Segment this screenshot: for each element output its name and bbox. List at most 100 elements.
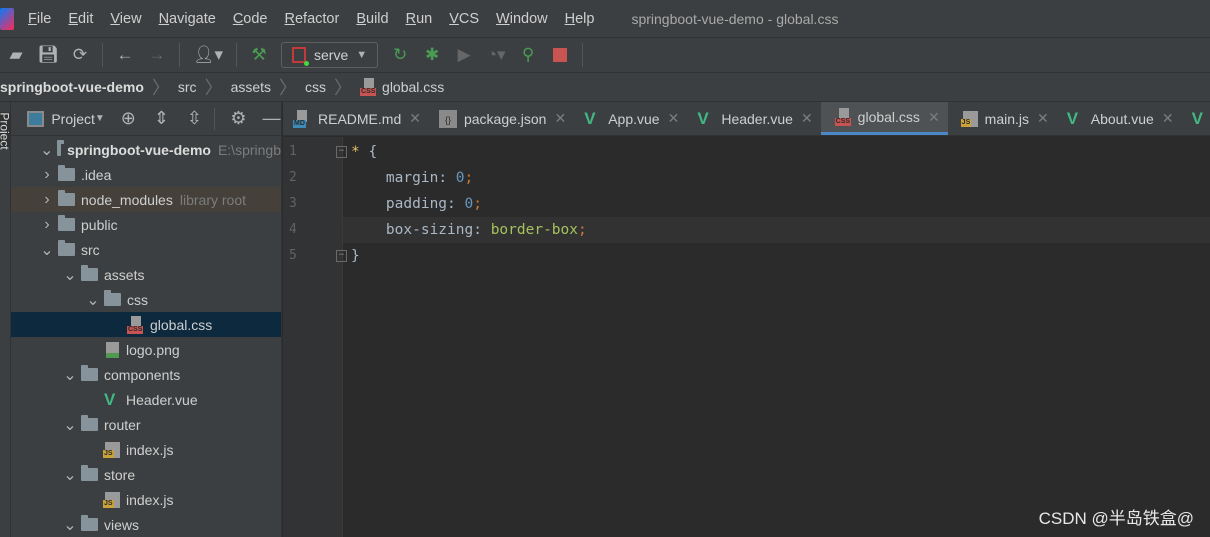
close-icon[interactable]: ✕ — [554, 110, 566, 127]
folder-icon — [58, 240, 75, 256]
tab-global-css[interactable]: CSS global.css ✕ — [820, 102, 948, 135]
tree-item-label: css — [127, 291, 148, 308]
line-number: 4 — [289, 222, 297, 237]
chevron-down-icon[interactable]: ⌄ — [40, 240, 54, 260]
tree-item[interactable]: ⌄ src — [11, 237, 281, 262]
chevron-down-icon[interactable]: ⌄ — [63, 265, 77, 285]
menu-view[interactable]: View — [110, 11, 141, 27]
line-number: 3 — [289, 196, 297, 211]
chevron-down-icon[interactable]: ⌄ — [63, 365, 77, 385]
menu-help[interactable]: Help — [565, 11, 595, 27]
project-view-select[interactable]: Project — [51, 111, 95, 127]
attach-debugger-icon[interactable]: ⚲ — [517, 44, 539, 66]
rerun-icon[interactable]: ↻ — [389, 44, 411, 66]
breadcrumb-project[interactable]: springboot-vue-demo — [0, 79, 144, 95]
menu-refactor[interactable]: Refactor — [285, 11, 340, 27]
tree-item[interactable]: ⌄ router — [11, 412, 281, 437]
sync-icon[interactable]: ⟳ — [69, 44, 91, 66]
expand-all-icon[interactable]: ⇕ — [152, 108, 171, 129]
tree-item[interactable]: ⌄ assets — [11, 262, 281, 287]
menu-edit[interactable]: Edit — [68, 11, 93, 27]
hide-icon[interactable]: — — [262, 108, 281, 129]
chevron-right-icon[interactable]: › — [40, 166, 54, 184]
folder-icon — [81, 465, 98, 481]
build-hammer-icon[interactable]: ⚒ — [248, 44, 270, 66]
tab-header-vue[interactable]: V Header.vue ✕ — [687, 102, 820, 135]
fold-icon[interactable]: − — [336, 250, 347, 262]
menu-window[interactable]: Window — [496, 11, 548, 27]
chevron-down-icon[interactable]: ⌄ — [63, 515, 77, 535]
back-icon[interactable]: ← — [114, 44, 136, 66]
folder-icon — [81, 365, 98, 381]
code-area[interactable]: − * { margin: 0; padding: 0; box-sizing: … — [336, 137, 1210, 537]
menu-file[interactable]: File — [28, 11, 51, 27]
breadcrumb-file[interactable]: global.css — [382, 79, 444, 95]
collapse-all-icon[interactable]: ⇳ — [185, 108, 204, 129]
tree-item[interactable]: › .idea — [11, 162, 281, 187]
tab-h[interactable]: VH — [1182, 102, 1210, 135]
tab-app-vue[interactable]: V App.vue ✕ — [574, 102, 687, 135]
css-file-icon: CSS — [360, 78, 378, 96]
tab-package-json[interactable]: {} package.json ✕ — [429, 102, 574, 135]
chevron-down-icon[interactable]: ⌄ — [86, 290, 100, 310]
project-stripe-tab[interactable]: Project — [0, 112, 12, 150]
coverage-icon[interactable]: ▶ — [453, 44, 475, 66]
tree-item[interactable]: › public — [11, 212, 281, 237]
close-icon[interactable]: ✕ — [801, 110, 813, 127]
gear-icon[interactable]: ⚙ — [229, 108, 248, 129]
user-icon[interactable]: 👤︎▾ — [191, 44, 225, 66]
chevron-down-icon[interactable]: ⌄ — [40, 140, 53, 160]
project-icon — [27, 110, 45, 127]
separator — [179, 43, 180, 67]
tab-label: README.md — [318, 110, 402, 127]
tree-item[interactable]: JS index.js — [11, 487, 281, 512]
tree-item[interactable]: logo.png — [11, 337, 281, 362]
close-icon[interactable]: ✕ — [1162, 110, 1174, 127]
tab-about-vue[interactable]: V About.vue ✕ — [1057, 102, 1182, 135]
tree-item[interactable]: V Header.vue — [11, 387, 281, 412]
menu-code[interactable]: Code — [233, 11, 268, 27]
breadcrumb-src[interactable]: src — [178, 79, 197, 95]
debug-icon[interactable]: ✱ — [421, 44, 443, 66]
menu-build[interactable]: Build — [356, 11, 388, 27]
tree-item[interactable]: ⌄ components — [11, 362, 281, 387]
tab-readme-md[interactable]: MD README.md ✕ — [283, 102, 429, 135]
locate-icon[interactable]: ⊕ — [119, 108, 138, 129]
close-icon[interactable]: ✕ — [1037, 110, 1049, 127]
tree-item[interactable]: ⌄ store — [11, 462, 281, 487]
menu-navigate[interactable]: Navigate — [159, 11, 216, 27]
close-icon[interactable]: ✕ — [928, 109, 940, 126]
tree-item-label: views — [104, 516, 140, 533]
folder-icon — [58, 190, 75, 206]
chevron-right-icon[interactable]: › — [40, 191, 54, 209]
tree-item[interactable]: ⌄ css — [11, 287, 281, 312]
stop-icon[interactable] — [549, 44, 571, 66]
tree-item[interactable]: CSS global.css — [11, 312, 281, 337]
menu-run[interactable]: Run — [406, 11, 433, 27]
close-icon[interactable]: ✕ — [668, 110, 680, 127]
css-file-icon: CSS — [834, 108, 853, 126]
fold-icon[interactable]: − — [336, 146, 347, 158]
forward-icon[interactable]: → — [146, 44, 168, 66]
chevron-right-icon[interactable]: › — [40, 216, 54, 234]
tree-item[interactable]: JS index.js — [11, 437, 281, 462]
tab-label: global.css — [857, 109, 920, 125]
open-folder-icon[interactable]: ▰ — [5, 44, 27, 66]
tree-item[interactable]: ⌄ views — [11, 512, 281, 537]
chevron-down-icon[interactable]: ⌄ — [63, 465, 77, 485]
profile-icon[interactable]: ◔▾ — [485, 44, 507, 66]
breadcrumb-assets[interactable]: assets — [231, 79, 271, 95]
chevron-down-icon[interactable]: ▼ — [95, 113, 105, 124]
tree-item[interactable]: ⌄ springboot-vue-demo E:\springb — [11, 137, 281, 162]
run-config-select[interactable]: serve ▼ — [281, 42, 379, 68]
save-icon[interactable]: 💾︎ — [37, 44, 59, 66]
chevron-down-icon[interactable]: ⌄ — [63, 415, 77, 435]
watermark: CSDN @半岛铁盒@ — [1038, 509, 1194, 528]
menu-vcs[interactable]: VCS — [449, 11, 479, 27]
breadcrumb-css[interactable]: css — [305, 79, 326, 95]
tab-main-js[interactable]: JS main.js ✕ — [948, 102, 1057, 135]
line-number: 5 — [289, 248, 297, 263]
js-file-icon: JS — [103, 441, 120, 458]
tree-item[interactable]: › node_modules library root — [11, 187, 281, 212]
close-icon[interactable]: ✕ — [409, 110, 421, 127]
